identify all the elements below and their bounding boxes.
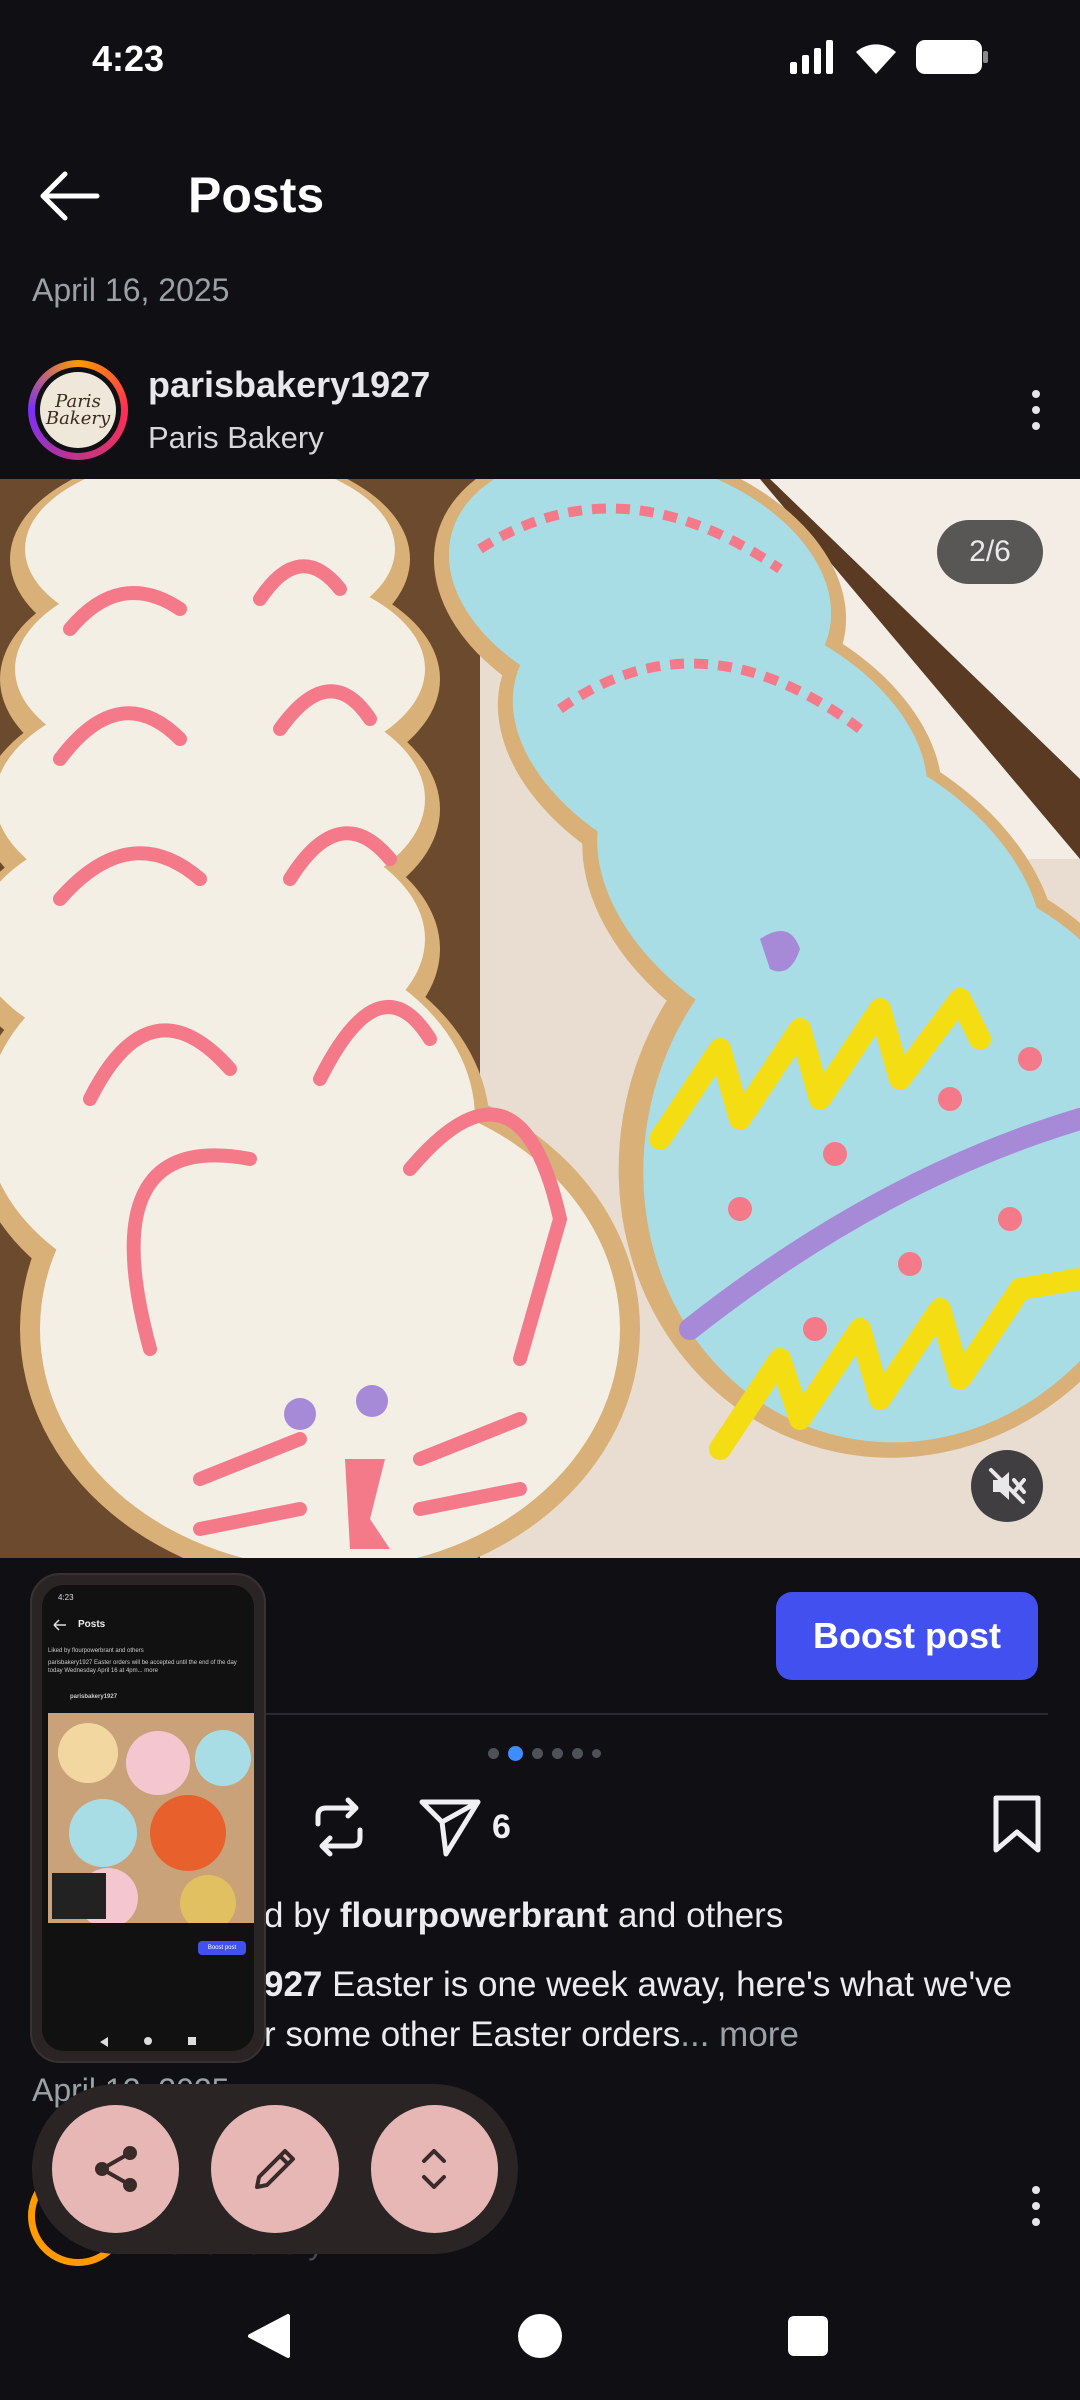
caption-text-line2: r some other Easter orders bbox=[264, 2015, 681, 2054]
share-icon bbox=[94, 2146, 137, 2192]
nav-recents-button[interactable] bbox=[788, 2316, 828, 2356]
avatar-logo: Paris Bakery bbox=[40, 372, 116, 448]
preview-liked-line: Liked by flourpowerbrant and others bbox=[48, 1648, 144, 1654]
repost-icon bbox=[315, 1797, 363, 1857]
preview-title: Posts bbox=[78, 1619, 106, 1630]
more-dot-icon bbox=[1032, 2218, 1040, 2226]
more-dot-icon bbox=[1032, 2202, 1040, 2210]
post-caption-line2[interactable]: r some other Easter orders... more bbox=[264, 2010, 1064, 2060]
preview-caption: parisbakery1927 Easter orders will be ac… bbox=[48, 1660, 237, 1674]
bookmark-icon bbox=[993, 1795, 1041, 1853]
nav-back-icon[interactable] bbox=[246, 2312, 290, 2360]
media-counter-badge: 2/6 bbox=[937, 520, 1043, 584]
preview-time: 4:23 bbox=[58, 1593, 74, 1602]
repost-button[interactable] bbox=[312, 1796, 366, 1863]
liked-by-line[interactable]: d by flourpowerbrant and others bbox=[264, 1896, 783, 1936]
post-caption[interactable]: 927 Easter is one week away, here's what… bbox=[264, 1960, 1064, 2010]
liked-by-username[interactable]: flourpowerbrant bbox=[340, 1896, 608, 1935]
save-button[interactable] bbox=[990, 1794, 1044, 1859]
carousel-dot bbox=[488, 1748, 499, 1759]
preview-username: parisbakery1927 bbox=[70, 1694, 118, 1700]
mute-button[interactable] bbox=[971, 1450, 1043, 1522]
signal-icon bbox=[790, 40, 833, 74]
nav-home-button[interactable] bbox=[518, 2314, 562, 2358]
paper-plane-icon bbox=[419, 1799, 481, 1857]
battery-icon bbox=[916, 40, 988, 74]
caption-username[interactable]: 927 bbox=[264, 1965, 322, 2004]
preview-boost-button: Boost post bbox=[198, 1941, 246, 1955]
status-icons bbox=[790, 40, 988, 74]
carousel-dot bbox=[552, 1748, 563, 1759]
status-time: 4:23 bbox=[92, 38, 165, 79]
carousel-dot-active bbox=[508, 1746, 523, 1761]
more-dot-icon bbox=[1032, 390, 1040, 398]
screenshot-action-tray bbox=[32, 2084, 518, 2254]
more-dot-icon bbox=[1032, 406, 1040, 414]
liked-by-prefix: d by bbox=[264, 1896, 340, 1935]
carousel-indicator bbox=[488, 1746, 601, 1761]
avatar[interactable]: Paris Bakery bbox=[28, 360, 128, 460]
screenshot-preview[interactable]: 4:23 Posts Liked by flourpowerbrant and … bbox=[30, 1573, 266, 2063]
carousel-dot bbox=[532, 1748, 543, 1759]
preview-nav-back-icon bbox=[100, 2037, 108, 2047]
pencil-icon bbox=[254, 2149, 295, 2189]
next-post-more-button[interactable] bbox=[1006, 2176, 1066, 2236]
page-title: Posts bbox=[188, 167, 325, 223]
share-button[interactable] bbox=[418, 1796, 482, 1863]
edit-screenshot-button[interactable] bbox=[211, 2105, 339, 2233]
cookies-image bbox=[0, 479, 1080, 1558]
liked-by-suffix: and others bbox=[608, 1896, 784, 1935]
carousel-dot bbox=[592, 1749, 601, 1758]
caption-more-link[interactable]: ... more bbox=[680, 2015, 799, 2054]
speaker-muted-icon bbox=[989, 1468, 1026, 1504]
preview-nav-recent-icon bbox=[188, 2037, 196, 2045]
expand-icon bbox=[422, 2149, 447, 2189]
screenshot-preview-screen: 4:23 Posts Liked by flourpowerbrant and … bbox=[42, 1585, 254, 2051]
post-date: April 16, 2025 bbox=[32, 272, 230, 308]
more-dot-icon bbox=[1032, 2186, 1040, 2194]
more-dot-icon bbox=[1032, 422, 1040, 430]
post-photo[interactable] bbox=[0, 479, 1080, 1558]
preview-nav bbox=[42, 2037, 254, 2047]
share-count: 6 bbox=[492, 1808, 511, 1846]
arrow-left-icon bbox=[40, 171, 100, 221]
boost-post-button[interactable]: Boost post bbox=[776, 1592, 1038, 1680]
preview-nav-home-icon bbox=[144, 2037, 152, 2045]
caption-text-line1: Easter is one week away, here's what we'… bbox=[322, 1965, 1013, 2004]
post-username[interactable]: parisbakery1927 bbox=[148, 364, 430, 406]
more-options-button[interactable] bbox=[1006, 380, 1066, 440]
expand-screenshot-button[interactable] bbox=[370, 2105, 498, 2233]
wifi-icon bbox=[856, 44, 896, 74]
share-screenshot-button[interactable] bbox=[52, 2105, 180, 2233]
carousel-dot bbox=[572, 1748, 583, 1759]
post-display-name[interactable]: Paris Bakery bbox=[148, 420, 324, 456]
preview-back-icon bbox=[53, 1619, 66, 1631]
back-button[interactable] bbox=[34, 160, 106, 232]
preview-photo-icon bbox=[48, 1713, 254, 1923]
